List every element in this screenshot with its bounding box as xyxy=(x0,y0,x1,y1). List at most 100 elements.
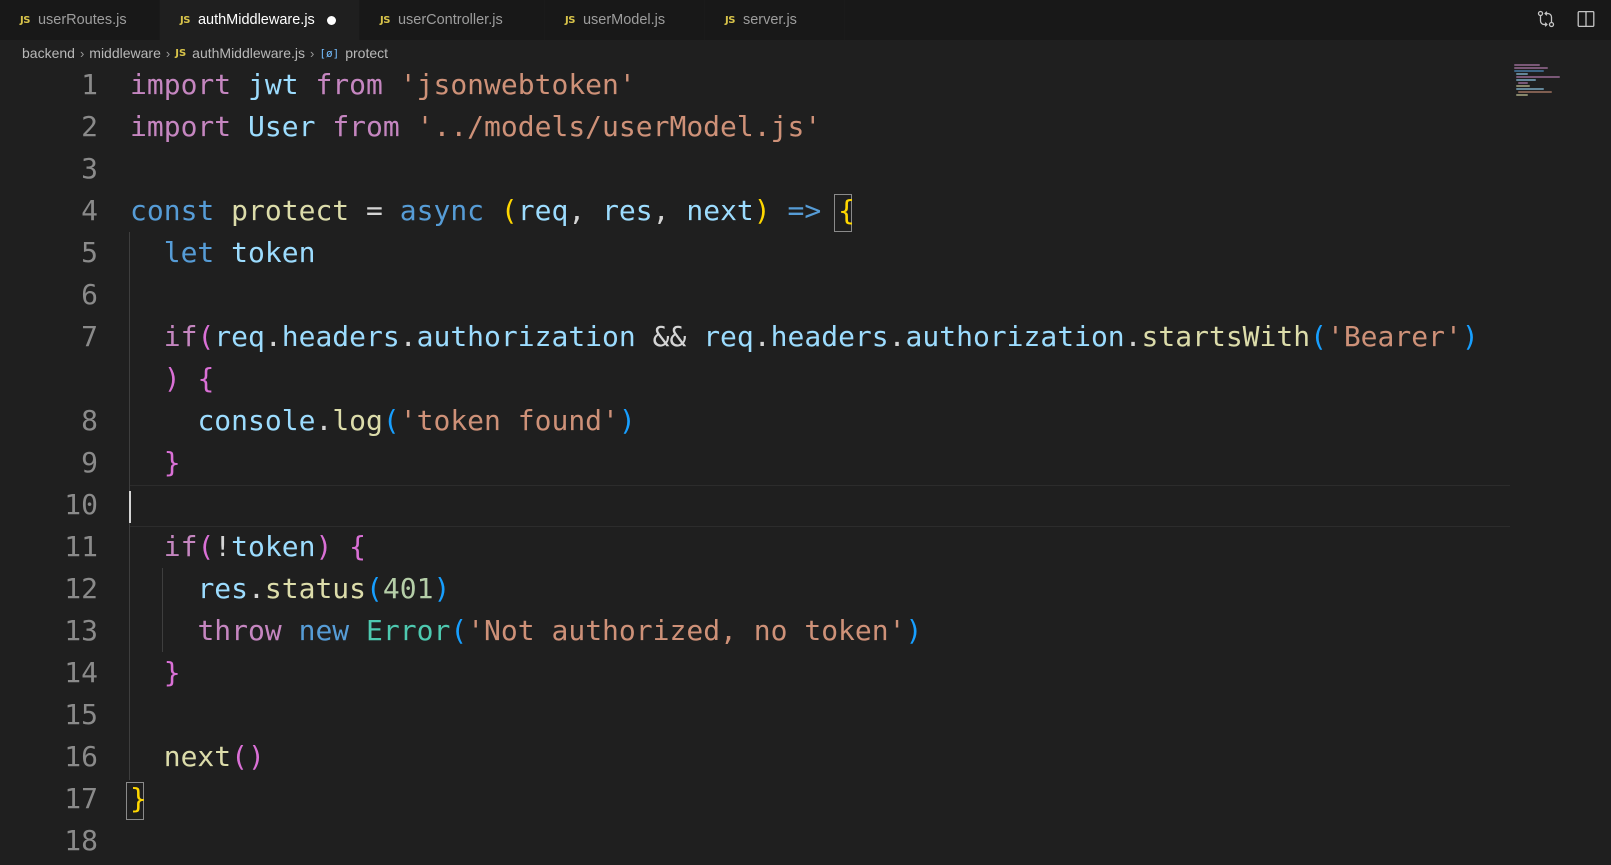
breadcrumb-folder-backend[interactable]: backend xyxy=(22,45,75,61)
minimap-line xyxy=(1514,67,1548,69)
code-token: Error xyxy=(366,614,451,647)
code-token: => xyxy=(787,194,822,227)
breadcrumb: backend › middleware › JS authMiddleware… xyxy=(22,43,388,63)
line-number[interactable]: 10 xyxy=(0,484,98,526)
code-token: req xyxy=(703,320,754,353)
code-token: req xyxy=(517,194,569,227)
current-line-highlight xyxy=(130,485,1510,527)
code-token: 'token found' xyxy=(399,404,619,437)
code-token: . xyxy=(753,320,771,353)
code-token: ) xyxy=(1461,320,1479,353)
code-token: res xyxy=(602,194,653,227)
code-token: } xyxy=(130,782,147,815)
split-editor-icon[interactable] xyxy=(1575,8,1597,30)
tab-authMiddleware[interactable]: JS authMiddleware.js xyxy=(160,0,360,40)
line-number[interactable]: 7 xyxy=(0,316,98,358)
line-number[interactable]: 11 xyxy=(0,526,98,568)
line-number[interactable]: 9 xyxy=(0,442,98,484)
breadcrumb-folder-middleware[interactable]: middleware xyxy=(89,45,161,61)
code-token: . xyxy=(315,404,333,437)
code-token: console xyxy=(197,404,316,437)
unsaved-dot-icon[interactable] xyxy=(326,15,336,25)
text-cursor xyxy=(129,491,131,523)
code-token: throw xyxy=(197,614,282,647)
line-number[interactable]: 14 xyxy=(0,652,98,694)
editor-actions xyxy=(1535,8,1597,30)
code-token: 401 xyxy=(382,572,434,605)
code-token: ( xyxy=(366,572,383,605)
code-token: req xyxy=(214,320,265,353)
code-token: { xyxy=(197,362,215,395)
code-token: status xyxy=(264,572,367,605)
source-control-compare-icon[interactable] xyxy=(1535,8,1557,30)
breadcrumb-file[interactable]: authMiddleware.js xyxy=(192,45,305,61)
code-token: ( xyxy=(197,320,215,353)
code-editor[interactable]: 1 import jwt from 'jsonwebtoken' 2 import U… xyxy=(0,64,1611,865)
breadcrumb-symbol[interactable]: protect xyxy=(345,45,388,61)
line-number[interactable]: 18 xyxy=(0,820,98,862)
line-number[interactable]: 6 xyxy=(0,274,98,316)
line-number[interactable]: 5 xyxy=(0,232,98,274)
code-token: { xyxy=(349,530,367,563)
code-token: . xyxy=(1124,320,1142,353)
code-text: } xyxy=(130,778,147,820)
code-token: jwt xyxy=(248,68,299,101)
tab-userController[interactable]: JS userController.js xyxy=(360,0,545,40)
code-token: . xyxy=(399,320,417,353)
minimap[interactable] xyxy=(1514,64,1574,104)
line-number[interactable]: 12 xyxy=(0,568,98,610)
code-token: token xyxy=(231,530,316,563)
code-token: { xyxy=(838,194,855,227)
code-token: import xyxy=(130,110,232,143)
code-token: ) xyxy=(905,614,923,647)
code-text: let token xyxy=(130,232,316,274)
line-number[interactable]: 3 xyxy=(0,148,98,190)
code-token: ) xyxy=(618,404,636,437)
tab-userModel[interactable]: JS userModel.js xyxy=(545,0,705,40)
code-text: ) { xyxy=(130,358,215,400)
chevron-right-icon: › xyxy=(165,45,171,61)
javascript-file-icon: JS xyxy=(180,14,190,26)
code-token: res xyxy=(197,572,249,605)
code-token: let xyxy=(163,236,215,269)
line-number[interactable]: 2 xyxy=(0,106,98,148)
line-number[interactable]: 17 xyxy=(0,778,98,820)
tab-label: userModel.js xyxy=(582,12,666,28)
line-number[interactable]: 13 xyxy=(0,610,98,652)
tab-server[interactable]: JS server.js xyxy=(705,0,845,40)
code-token: startsWith xyxy=(1141,320,1311,353)
line-number[interactable]: 16 xyxy=(0,736,98,778)
code-token: from xyxy=(315,68,383,101)
tab-userRoutes[interactable]: JS userRoutes.js xyxy=(0,0,160,40)
code-token: headers xyxy=(770,320,889,353)
code-text: console.log('token found') xyxy=(130,400,636,442)
code-text: } xyxy=(130,652,181,694)
code-token: authorization xyxy=(905,320,1125,353)
code-token: protect xyxy=(231,194,350,227)
line-number[interactable]: 1 xyxy=(0,64,98,106)
code-text: import jwt from 'jsonwebtoken' xyxy=(130,64,636,106)
code-token: 'Not authorized, no token' xyxy=(467,614,906,647)
minimap-line xyxy=(1518,91,1552,93)
line-number[interactable]: 8 xyxy=(0,400,98,442)
line-number[interactable]: 4 xyxy=(0,190,98,232)
code-token: . xyxy=(264,320,282,353)
code-text: next() xyxy=(130,736,265,778)
minimap-line xyxy=(1516,94,1528,96)
code-token: } xyxy=(163,656,181,689)
minimap-line xyxy=(1516,88,1544,90)
code-token: . xyxy=(888,320,906,353)
code-token: 'jsonwebtoken' xyxy=(399,68,636,101)
line-number[interactable]: 15 xyxy=(0,694,98,736)
